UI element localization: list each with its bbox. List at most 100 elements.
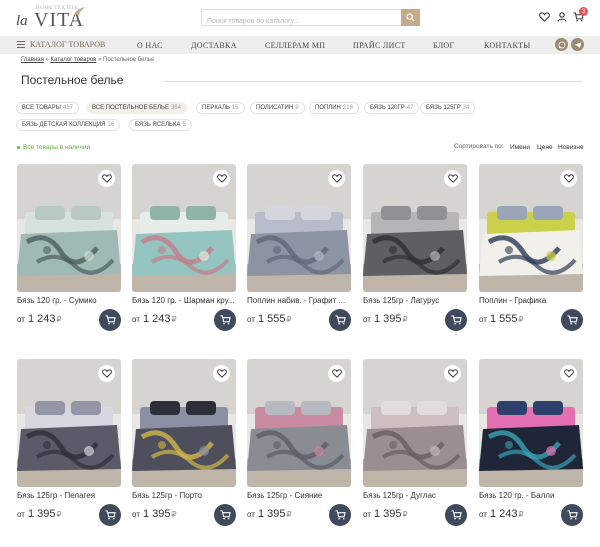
add-to-cart-button[interactable] bbox=[329, 504, 351, 526]
filter-chip-kids-collection[interactable]: БЯЗЬ ДЕТСКАЯ КОЛЛЕКЦИЯ 16 bbox=[16, 119, 121, 131]
favorite-button[interactable] bbox=[560, 365, 577, 382]
add-to-cart-button[interactable] bbox=[329, 309, 351, 331]
in-stock-label: Все товары в наличии bbox=[23, 144, 91, 151]
cart-icon bbox=[335, 315, 346, 325]
favorite-button[interactable] bbox=[444, 170, 461, 187]
telegram-button[interactable] bbox=[571, 38, 584, 51]
product-name[interactable]: Бязь 120 гр. - Сумико bbox=[17, 296, 121, 305]
nav-item-blog[interactable]: БЛОГ bbox=[433, 41, 454, 50]
nav-item-about[interactable]: О НАС bbox=[137, 41, 163, 50]
favorites-button[interactable] bbox=[538, 11, 550, 23]
product-name[interactable]: Бязь 125гр - Порто bbox=[132, 491, 236, 500]
product-name[interactable]: Поплин набив. - Графит ... bbox=[247, 296, 351, 305]
product-name[interactable]: Бязь 120 гр. - Шарман кру... bbox=[132, 296, 236, 305]
breadcrumb-catalog[interactable]: Каталог товаров bbox=[51, 57, 97, 63]
product-name[interactable]: Бязь 125гр - Сияние bbox=[247, 491, 351, 500]
product-price: от 1 243 ₽ bbox=[17, 313, 62, 325]
product-price: от 1 555 ₽ bbox=[479, 313, 524, 325]
favorite-button[interactable] bbox=[213, 365, 230, 382]
filter-chip-nursery[interactable]: БЯЗЬ ЯСЕЛЬКА 5 bbox=[129, 119, 192, 131]
heart-icon bbox=[331, 369, 342, 378]
filter-chip-polysatin[interactable]: ПОЛИСАТИН 9 bbox=[250, 102, 305, 114]
price-value: 1 243 bbox=[489, 508, 518, 520]
menu-icon bbox=[17, 41, 25, 48]
heart-icon bbox=[563, 369, 574, 378]
filter-chip-label: БЯЗЬ ДЕТСКАЯ КОЛЛЕКЦИЯ bbox=[22, 122, 106, 128]
logo[interactable]: HOME TEXTILE la VITA bbox=[14, 4, 85, 34]
nav-item-price-list[interactable]: ПРАЙС ЛИСТ bbox=[353, 41, 406, 50]
nav-item-contacts[interactable]: КОНТАКТЫ bbox=[484, 41, 531, 50]
cart-icon bbox=[105, 510, 116, 520]
favorite-button[interactable] bbox=[444, 365, 461, 382]
product-name[interactable]: Бязь 120 гр. - Балли bbox=[479, 491, 583, 500]
cart-icon bbox=[220, 315, 231, 325]
heart-icon bbox=[216, 369, 227, 378]
sort-by-newest[interactable]: Новизне bbox=[558, 144, 584, 151]
sort-by-price[interactable]: Цене bbox=[537, 144, 553, 151]
logo-bird-icon bbox=[74, 7, 85, 16]
add-to-cart-button[interactable] bbox=[99, 504, 121, 526]
breadcrumb-home[interactable]: Главная bbox=[21, 57, 44, 63]
filter-chip-percale[interactable]: ПЕРКАЛЬ 15 bbox=[196, 102, 245, 114]
catalog-menu-button[interactable]: КАТАЛОГ ТОВАРОВ bbox=[17, 40, 105, 49]
price-prefix: от bbox=[132, 315, 140, 324]
account-button[interactable] bbox=[556, 11, 568, 23]
product-name[interactable]: Бязь 125гр - Дуглас bbox=[363, 491, 467, 500]
cart-icon bbox=[105, 315, 116, 325]
filter-chip-count: 218 bbox=[342, 105, 353, 111]
filter-chip-count: 34 bbox=[462, 105, 470, 111]
cart-icon bbox=[567, 510, 578, 520]
search-input[interactable] bbox=[202, 14, 400, 29]
filter-chip-calico-125[interactable]: БЯЗЬ 125ГР 34 bbox=[420, 102, 476, 114]
in-stock-dot bbox=[17, 146, 20, 149]
filter-chip-count: 9 bbox=[295, 105, 299, 111]
filter-chip-calico-120[interactable]: БЯЗЬ 120ГР 47 bbox=[364, 102, 420, 114]
currency-symbol: ₽ bbox=[171, 510, 177, 519]
favorite-button[interactable] bbox=[98, 365, 115, 382]
add-to-cart-button[interactable] bbox=[99, 309, 121, 331]
currency-symbol: ₽ bbox=[171, 315, 177, 324]
currency-symbol: ₽ bbox=[402, 510, 408, 519]
product-price: от 1 555 ₽ bbox=[247, 313, 292, 325]
filter-chip-all[interactable]: ВСЕ ТОВАРЫ 487 bbox=[16, 102, 80, 114]
search-bar bbox=[201, 9, 420, 29]
product-name[interactable]: Поплин - Графика bbox=[479, 296, 583, 305]
heart-icon bbox=[101, 369, 112, 378]
add-to-cart-button[interactable] bbox=[214, 504, 236, 526]
add-to-cart-button[interactable] bbox=[561, 309, 583, 331]
breadcrumb-separator: » bbox=[45, 57, 49, 63]
product-name[interactable]: Бязь 125гр - Пелагея bbox=[17, 491, 121, 500]
filter-chip-poplin[interactable]: ПОПЛИН 218 bbox=[309, 102, 359, 114]
favorite-button[interactable] bbox=[328, 365, 345, 382]
price-prefix: от bbox=[363, 510, 371, 519]
heart-icon bbox=[101, 174, 112, 183]
favorite-button[interactable] bbox=[213, 170, 230, 187]
sort-by-name[interactable]: Имени bbox=[510, 144, 530, 151]
heart-icon bbox=[538, 12, 550, 22]
filter-chip-all-bedding[interactable]: ВСЕ ПОСТЕЛЬНОЕ БЕЛЬЕ 384 bbox=[86, 102, 187, 114]
cart-icon bbox=[567, 315, 578, 325]
price-prefix: от bbox=[132, 510, 140, 519]
currency-symbol: ₽ bbox=[518, 510, 524, 519]
nav-item-delivery[interactable]: ДОСТАВКА bbox=[191, 41, 237, 50]
favorite-button[interactable] bbox=[560, 170, 577, 187]
price-value: 1 395 bbox=[373, 313, 402, 325]
price-prefix: от bbox=[17, 315, 25, 324]
whatsapp-button[interactable] bbox=[555, 38, 568, 51]
add-to-cart-button[interactable] bbox=[561, 504, 583, 526]
breadcrumb: Главная » Каталог товаров » Постельное б… bbox=[21, 57, 154, 63]
price-prefix: от bbox=[17, 510, 25, 519]
search-icon bbox=[406, 13, 415, 22]
add-to-cart-button[interactable] bbox=[214, 309, 236, 331]
price-prefix: от bbox=[479, 315, 487, 324]
price-value: 1 555 bbox=[489, 313, 518, 325]
search-button[interactable] bbox=[401, 9, 420, 26]
cart-icon bbox=[220, 510, 231, 520]
nav-item-sellers[interactable]: СЕЛЛЕРАМ МП bbox=[265, 41, 325, 50]
product-name[interactable]: Бязь 125гр - Лагурус bbox=[363, 296, 467, 305]
favorite-button[interactable] bbox=[98, 170, 115, 187]
filter-chip-count: 5 bbox=[182, 122, 186, 128]
add-to-cart-button[interactable] bbox=[445, 309, 467, 331]
favorite-button[interactable] bbox=[328, 170, 345, 187]
add-to-cart-button[interactable] bbox=[445, 504, 467, 526]
